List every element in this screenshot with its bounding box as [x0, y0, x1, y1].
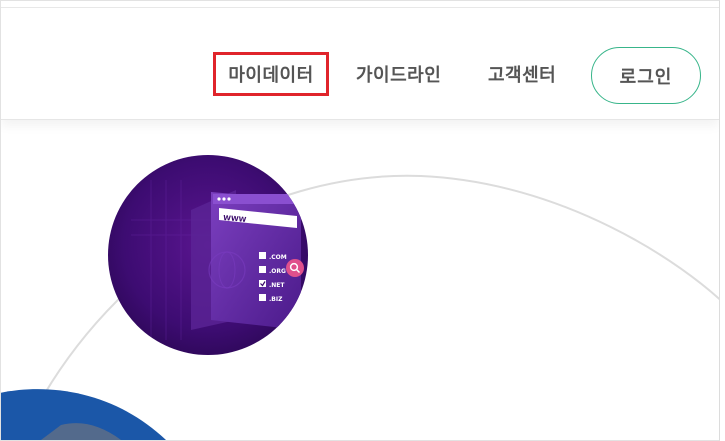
magnifier-icon	[286, 259, 304, 277]
site-header: 마이데이터 가이드라인 고객센터 로그인	[1, 1, 719, 120]
hero-section: WWW .COM .ORG .NET .BIZ	[1, 120, 719, 440]
header-divider	[1, 7, 719, 8]
login-button[interactable]: 로그인	[591, 47, 701, 104]
domain-label-com: .COM	[269, 254, 287, 261]
checkbox-icon	[259, 252, 266, 259]
domain-illustration: WWW .COM .ORG .NET .BIZ	[108, 155, 308, 355]
nav-item-customer-center[interactable]: 고객센터	[488, 61, 556, 87]
domain-label-org: .ORG	[269, 268, 286, 275]
nav-item-mydata[interactable]: 마이데이터	[213, 52, 329, 96]
domain-label-biz: .BIZ	[269, 296, 283, 303]
nav-item-guideline[interactable]: 가이드라인	[356, 61, 441, 87]
checkbox-icon	[259, 266, 266, 273]
domain-label-net: .NET	[269, 282, 285, 289]
page-frame: 마이데이터 가이드라인 고객센터 로그인 WWW .COM .ORG .NET …	[0, 0, 720, 441]
hero-illustration: WWW .COM .ORG .NET .BIZ	[1, 155, 719, 440]
checkbox-icon	[259, 294, 266, 301]
